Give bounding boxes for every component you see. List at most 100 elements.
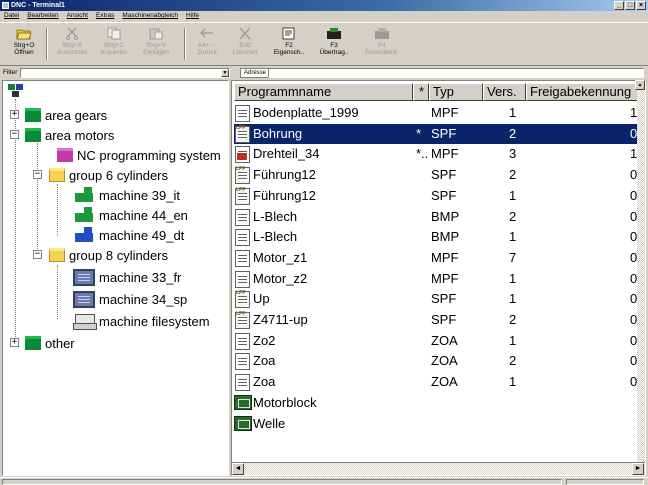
horizontal-scrollbar[interactable]: ◄ ► bbox=[232, 462, 645, 475]
maximize-button[interactable]: □ bbox=[625, 1, 635, 10]
cell-version: 2 bbox=[509, 167, 517, 183]
tree-node-machine-34-sp[interactable]: machine 34_sp bbox=[73, 289, 187, 309]
tree-node-group-8-cylinders[interactable]: − group 8 cylinders bbox=[33, 245, 168, 265]
table-row[interactable]: Motorblock bbox=[234, 393, 644, 413]
menu-bearbeiten[interactable]: Bearbeiten bbox=[27, 11, 58, 21]
tree-node-other[interactable]: + other bbox=[10, 333, 75, 353]
tree-node-machine-33-fr[interactable]: machine 33_fr bbox=[73, 267, 181, 287]
table-row[interactable]: Drehteil_34 *.. MPF 3 1 bbox=[234, 144, 644, 164]
cell-program-name: Z4711-up bbox=[253, 312, 308, 327]
status-bar bbox=[0, 477, 648, 485]
cell-version: 7 bbox=[509, 249, 517, 265]
tree-label: group 8 cylinders bbox=[69, 247, 168, 263]
cut-icon bbox=[65, 27, 79, 40]
copy-button[interactable]: Strg+C Kopieren bbox=[94, 27, 134, 61]
tree-node-machine-39-it[interactable]: machine 39_it bbox=[73, 185, 180, 205]
chevron-down-icon[interactable]: ▼ bbox=[221, 69, 229, 77]
table-row[interactable]: L-Blech BMP 2 0 bbox=[234, 207, 644, 227]
return-transfer-icon bbox=[375, 28, 389, 39]
menu-datei[interactable]: Datei bbox=[4, 11, 19, 21]
close-button[interactable]: × bbox=[636, 1, 646, 10]
document-icon bbox=[235, 249, 250, 267]
table-row[interactable]: Z4711-upSPF20 bbox=[234, 310, 644, 330]
tree-node-machine-filesystem[interactable]: machine filesystem bbox=[73, 311, 210, 331]
filesystem-icon bbox=[73, 313, 97, 330]
cell-program-name: L-Blech bbox=[253, 208, 298, 224]
file-list-pane[interactable]: Programmname * Typ Vers. Freigabekennung… bbox=[231, 80, 646, 476]
cell-version: 1 bbox=[509, 332, 517, 348]
tree-node-area-gears[interactable]: + area gears bbox=[10, 105, 107, 125]
collapse-icon[interactable]: − bbox=[10, 130, 19, 139]
tree-label: area motors bbox=[45, 127, 115, 143]
properties-button[interactable]: F2 Eigensch.. bbox=[268, 27, 310, 61]
expand-icon[interactable]: + bbox=[10, 110, 19, 119]
table-row[interactable]: Zoa ZOA 1 0 bbox=[234, 372, 644, 392]
program-file-icon bbox=[235, 167, 250, 185]
tree-connector bbox=[57, 184, 58, 236]
tree-node-machine-44-en[interactable]: machine 44_en bbox=[73, 205, 188, 225]
column-header-name[interactable]: Programmname bbox=[234, 83, 413, 101]
table-row[interactable]: Zo2 ZOA 1 0 bbox=[234, 331, 644, 351]
delete-icon bbox=[239, 27, 251, 40]
column-header-version[interactable]: Vers. bbox=[483, 83, 526, 101]
network-root-icon[interactable] bbox=[8, 84, 24, 98]
address-field[interactable] bbox=[268, 68, 644, 78]
delete-button[interactable]: Entf Löschen bbox=[228, 27, 262, 61]
tree-node-group-6-cylinders[interactable]: − group 6 cylinders bbox=[33, 165, 168, 185]
scroll-up-icon[interactable]: ▲ bbox=[635, 80, 645, 90]
cell-version: 1 bbox=[509, 105, 517, 120]
table-row[interactable]: Führung12SPF10 bbox=[234, 186, 644, 206]
menu-extras[interactable]: Extras bbox=[96, 11, 114, 21]
table-row[interactable]: L-Blech BMP 1 0 bbox=[234, 227, 644, 247]
transfer-label: Übertrag.. bbox=[319, 49, 349, 56]
document-icon bbox=[235, 229, 250, 247]
minimize-button[interactable]: _ bbox=[614, 1, 624, 10]
column-header-release[interactable]: Freigabekennung bbox=[526, 83, 638, 101]
properties-icon bbox=[282, 27, 295, 40]
drilling-file-icon bbox=[235, 146, 250, 164]
collapse-icon[interactable]: − bbox=[33, 170, 42, 179]
scroll-left-icon[interactable]: ◄ bbox=[232, 463, 244, 475]
tree-pane[interactable]: + area gears − area motors NC programmin… bbox=[2, 80, 229, 476]
tree-node-nc-programming-system[interactable]: NC programming system bbox=[57, 145, 221, 165]
paste-button[interactable]: Strg+V Einfügen bbox=[136, 27, 176, 61]
table-row[interactable]: Zoa ZOA 2 0 bbox=[234, 351, 644, 371]
document-icon bbox=[235, 374, 250, 392]
blue-machine-icon bbox=[73, 227, 95, 243]
cut-label: Ausschnei bbox=[57, 49, 87, 56]
tree-node-machine-49-dt[interactable]: machine 49_dt bbox=[73, 225, 184, 245]
column-header-type[interactable]: Typ bbox=[429, 83, 483, 101]
back-button[interactable]: Alt+← Zurück bbox=[190, 27, 224, 61]
table-row[interactable]: Motor_z1 MPF 7 0 bbox=[234, 248, 644, 268]
cell-program-name: Bohrung bbox=[253, 125, 303, 141]
table-row[interactable]: Motor_z2 MPF 1 0 bbox=[234, 269, 644, 289]
table-row[interactable]: Welle bbox=[234, 414, 644, 434]
scroll-right-icon[interactable]: ► bbox=[632, 463, 644, 475]
menu-hilfe[interactable]: Hilfe bbox=[186, 11, 199, 21]
cell-version: 2 bbox=[509, 312, 517, 327]
return-transfer-button[interactable]: F4 Rückübertr. bbox=[358, 27, 406, 61]
screen-icon bbox=[73, 290, 95, 308]
table-row[interactable]: UpSPF10 bbox=[234, 289, 644, 309]
cell-program-name: L-Blech bbox=[253, 229, 298, 245]
tree-node-area-motors[interactable]: − area motors bbox=[10, 125, 115, 145]
menu-ansicht[interactable]: Ansicht bbox=[67, 11, 88, 21]
cell-program-name: Drehteil_34 bbox=[253, 146, 320, 162]
transfer-button[interactable]: F3 Übertrag.. bbox=[312, 27, 356, 61]
table-row[interactable]: Führung12SPF20 bbox=[234, 165, 644, 185]
yellow-folder-icon bbox=[49, 168, 65, 182]
program-file-icon bbox=[235, 187, 250, 205]
open-button[interactable]: Strg+O Öffnen bbox=[6, 27, 42, 61]
cut-button[interactable]: Strg+X Ausschnei bbox=[52, 27, 92, 61]
table-row[interactable]: Bodenplatte_1999 MPF 1 1 bbox=[234, 103, 644, 123]
toolbar: Strg+O Öffnen Strg+X Ausschnei Strg+C Ko… bbox=[0, 22, 648, 66]
copy-label: Kopieren bbox=[100, 49, 128, 56]
filter-combo[interactable]: ▼ bbox=[20, 68, 230, 78]
expand-icon[interactable]: + bbox=[10, 338, 19, 347]
tree-label: group 6 cylinders bbox=[69, 167, 168, 183]
column-header-flag[interactable]: * bbox=[413, 83, 429, 101]
table-row[interactable]: Bohrung*SPF20 bbox=[234, 123, 644, 144]
vertical-scrollbar[interactable]: ▲ bbox=[635, 80, 645, 462]
collapse-icon[interactable]: − bbox=[33, 250, 42, 259]
menu-maschinenabgleich[interactable]: Maschinenabgleich bbox=[122, 11, 178, 21]
